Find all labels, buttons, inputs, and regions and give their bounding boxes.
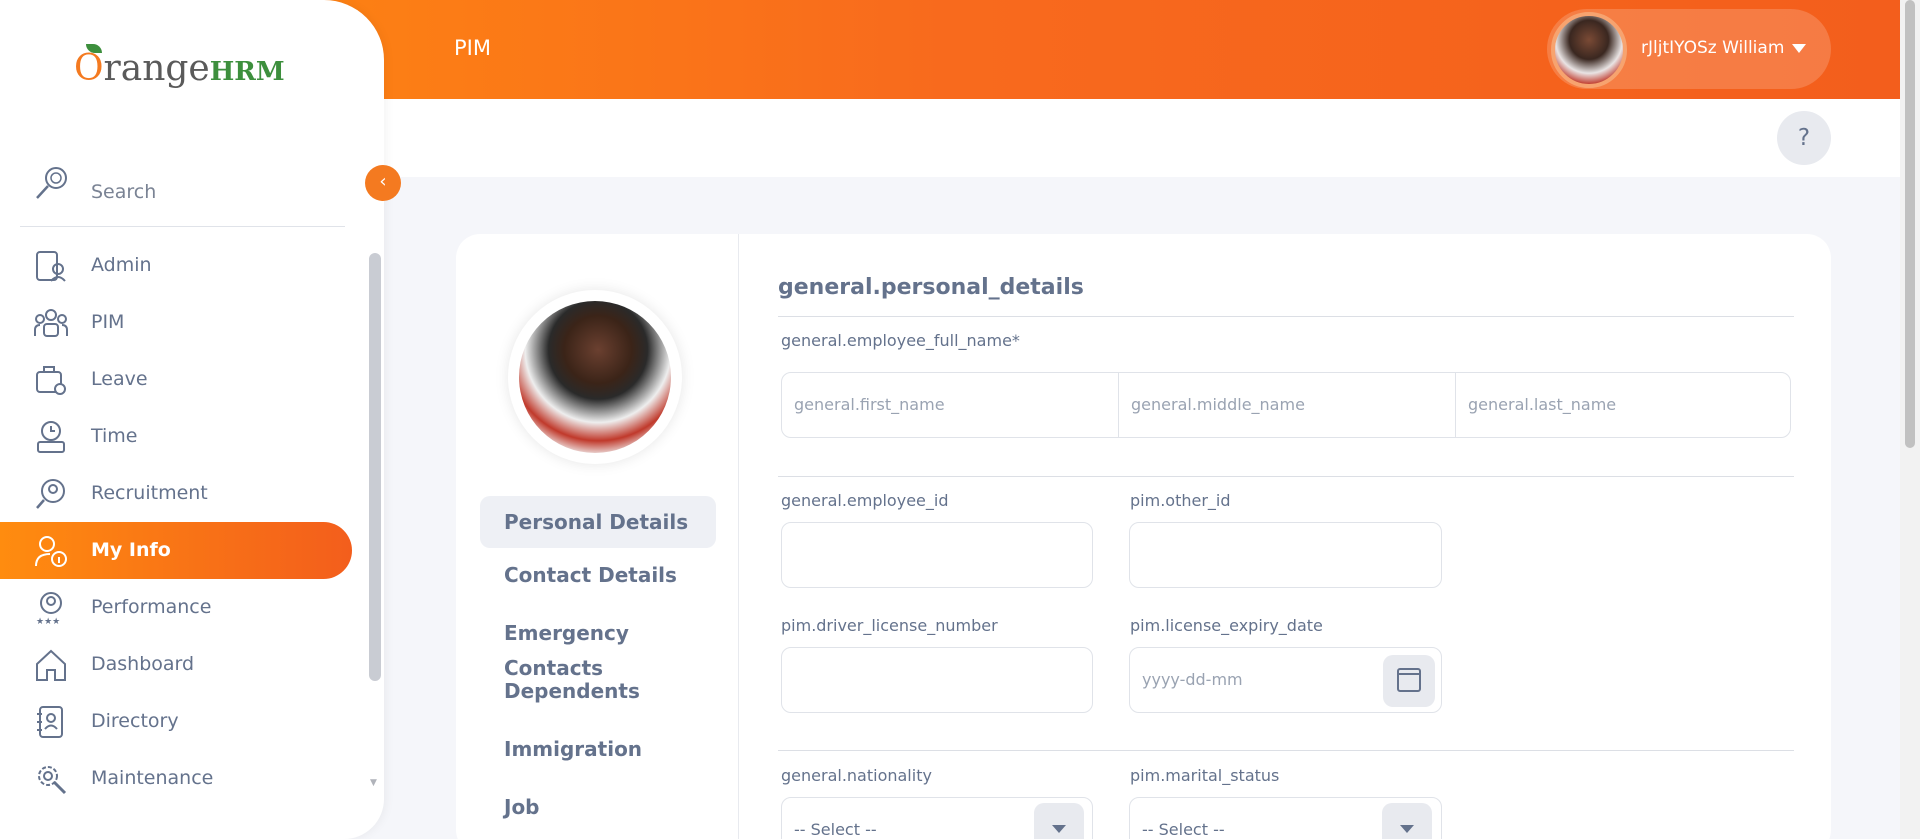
orangehrm-logo[interactable]: OrangeHRM xyxy=(74,44,285,89)
nationality-dropdown-button[interactable] xyxy=(1034,803,1084,839)
calendar-icon xyxy=(1397,668,1421,692)
first-name-input[interactable]: general.first_name xyxy=(782,373,1118,437)
scroll-down-icon[interactable]: ▼ xyxy=(370,778,377,788)
sidebar-item-my-info[interactable]: My Info xyxy=(0,522,352,579)
sub-header xyxy=(384,99,1900,177)
sidebar-item-leave[interactable]: Leave xyxy=(0,351,360,408)
sidebar-item-recruitment[interactable]: Recruitment xyxy=(0,465,360,522)
driver-license-label: pim.driver_license_number xyxy=(781,616,998,635)
chevron-down-icon xyxy=(1052,825,1066,833)
last-name-input[interactable]: general.last_name xyxy=(1456,373,1790,437)
admin-icon xyxy=(36,251,66,282)
profile-picture[interactable] xyxy=(508,290,682,464)
full-name-label: general.employee_full_name* xyxy=(781,331,1020,350)
middle-name-input[interactable]: general.middle_name xyxy=(1119,373,1455,437)
sidebar-item-directory[interactable]: Directory xyxy=(0,693,360,750)
marital-status-dropdown-button[interactable] xyxy=(1382,803,1432,839)
recruitment-icon xyxy=(36,479,65,509)
search-icon xyxy=(36,167,67,199)
time-icon xyxy=(37,421,65,453)
other-id-input[interactable] xyxy=(1129,522,1442,588)
my-info-icon xyxy=(35,536,67,567)
svg-text:★★★: ★★★ xyxy=(36,617,60,625)
pim-icon xyxy=(34,309,68,337)
employee-id-input[interactable] xyxy=(781,522,1093,588)
chevron-down-icon xyxy=(1400,825,1414,833)
other-id-label: pim.other_id xyxy=(1130,491,1231,510)
nationality-label: general.nationality xyxy=(781,766,932,785)
tab-personal-details[interactable]: Personal Details xyxy=(480,496,716,548)
help-button[interactable]: ? xyxy=(1777,111,1831,165)
section-divider xyxy=(778,316,1794,317)
driver-license-input[interactable] xyxy=(781,647,1093,713)
sidebar-item-dashboard[interactable]: Dashboard xyxy=(0,636,360,693)
sidebar-item-performance[interactable]: ★★★ Performance xyxy=(0,579,360,636)
employee-tabs: Personal Details Contact Details Emergen… xyxy=(480,496,716,838)
search-label: Search xyxy=(91,181,157,203)
sidebar: OrangeHRM Search Admin PIM Leave Time Re… xyxy=(0,0,384,839)
page-scroll-thumb[interactable] xyxy=(1905,0,1915,448)
marital-status-label: pim.marital_status xyxy=(1130,766,1280,785)
user-avatar[interactable] xyxy=(1551,12,1627,88)
section-divider xyxy=(778,750,1794,751)
section-divider xyxy=(778,476,1794,477)
user-name[interactable]: rJljtIYOSz William xyxy=(1641,38,1784,58)
collapse-sidebar-button[interactable]: ‹ xyxy=(365,165,401,201)
dashboard-icon xyxy=(36,649,66,681)
page-title: PIM xyxy=(454,36,491,60)
sidebar-scroll-thumb[interactable] xyxy=(369,253,381,681)
leave-icon xyxy=(36,366,66,395)
chevron-down-icon[interactable] xyxy=(1792,44,1806,53)
license-expiry-label: pim.license_expiry_date xyxy=(1130,616,1323,635)
card-divider xyxy=(738,234,739,839)
profile-photo xyxy=(519,301,671,453)
maintenance-icon xyxy=(38,766,67,795)
main-menu: Admin PIM Leave Time Recruitment My Info… xyxy=(0,237,360,807)
tab-contact-details[interactable]: Contact Details xyxy=(480,548,716,606)
sidebar-item-pim[interactable]: PIM xyxy=(0,294,360,351)
directory-icon xyxy=(37,706,63,738)
employee-id-label: general.employee_id xyxy=(781,491,949,510)
sidebar-search[interactable]: Search xyxy=(20,159,345,227)
section-title: general.personal_details xyxy=(778,275,1084,300)
sidebar-item-maintenance[interactable]: Maintenance xyxy=(0,750,360,807)
sidebar-item-admin[interactable]: Admin xyxy=(0,237,360,294)
full-name-group: general.first_name general.middle_name g… xyxy=(781,372,1791,438)
tab-job[interactable]: Job xyxy=(480,780,716,838)
sidebar-item-time[interactable]: Time xyxy=(0,408,360,465)
tab-immigration[interactable]: Immigration xyxy=(480,722,716,780)
performance-icon: ★★★ xyxy=(36,592,62,625)
